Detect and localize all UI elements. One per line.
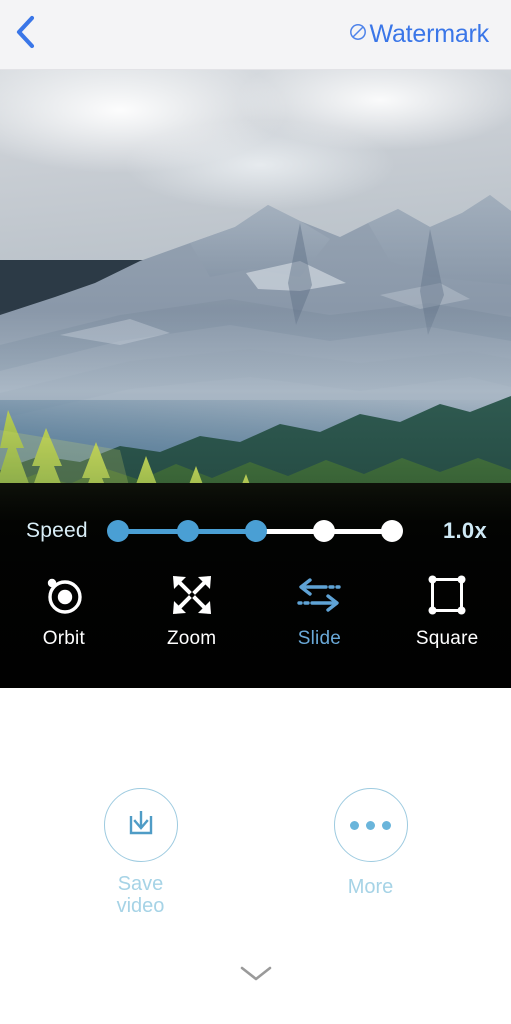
speed-label: Speed [26,519,88,542]
tool-zoom[interactable]: Zoom [128,568,256,668]
speed-control-row: Speed 1.0x [0,511,511,551]
more-options-label: More [347,876,394,898]
square-corners-icon [424,572,470,618]
chevron-left-icon [14,14,36,55]
video-controls-overlay: Speed 1.0x Orbit Zoom Slide Square [0,483,511,688]
slider-dot-3-selected[interactable] [245,520,267,542]
watermark-button[interactable]: Watermark [348,20,489,49]
bottom-action-panel: Save video More [0,688,511,1024]
speed-slider[interactable] [107,517,403,545]
slider-dot-5[interactable] [381,520,403,542]
tool-slide[interactable]: Slide [256,568,384,668]
tool-slide-label: Slide [297,628,341,649]
slide-arrows-icon [294,572,344,618]
tool-square-label: Square [415,628,479,649]
slider-dot-4[interactable] [313,520,335,542]
save-video-circle [103,788,178,862]
no-watermark-icon [348,22,368,47]
watermark-label: Watermark [369,20,489,48]
ellipsis-icon [350,820,391,830]
speed-value-label: 1.0x [442,518,487,543]
action-button-group: Save video More [0,788,511,918]
slider-dot-1[interactable] [107,520,129,542]
back-button[interactable] [14,15,48,55]
slider-dot-2[interactable] [177,520,199,542]
save-video-label-line1: Save [117,873,164,895]
expand-arrows-icon [169,572,215,618]
save-video-button[interactable]: Save video [81,788,201,918]
top-header-bar: Watermark [0,0,511,70]
app-root: Watermark Speed 1.0x Orbit Zoom Slide Sq… [0,0,511,1024]
more-options-button[interactable]: More [311,788,431,918]
save-video-label: Save video [117,873,165,918]
chevron-down-icon [238,966,274,987]
tool-square[interactable]: Square [383,568,511,668]
orbit-icon [41,572,87,618]
more-options-circle [333,788,408,862]
motion-tool-row: Orbit Zoom Slide Square [0,568,511,668]
collapse-sheet-button[interactable] [238,963,274,988]
save-video-label-line2: video [116,895,165,918]
tool-zoom-label: Zoom [166,628,217,649]
tool-orbit[interactable]: Orbit [0,568,128,668]
tool-orbit-label: Orbit [42,628,85,649]
download-tray-icon [124,806,158,845]
